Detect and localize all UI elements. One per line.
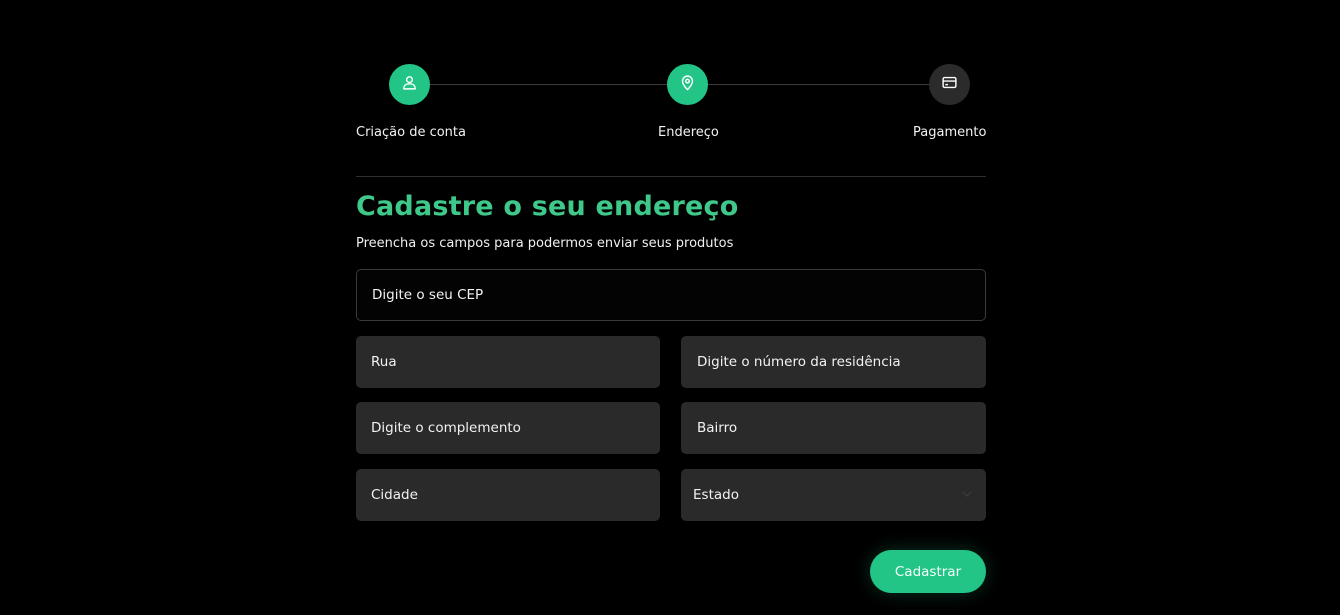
neighborhood-input[interactable]: Bairro — [681, 402, 986, 454]
state-selected-value: Estado — [693, 487, 739, 503]
city-placeholder: Cidade — [371, 487, 418, 503]
cep-input[interactable]: Digite o seu CEP — [356, 269, 986, 321]
step-label-address: Endereço — [658, 125, 719, 140]
submit-button[interactable]: Cadastrar — [870, 550, 986, 593]
page-title: Cadastre o seu endereço — [356, 191, 739, 222]
house-number-input[interactable]: Digite o número da residência — [681, 336, 986, 388]
step-circle — [928, 64, 970, 105]
city-input[interactable]: Cidade — [356, 469, 660, 521]
complement-placeholder: Digite o complemento — [371, 420, 521, 436]
step-payment — [879, 64, 1019, 105]
step-label-account: Criação de conta — [356, 125, 466, 140]
complement-input[interactable]: Digite o complemento — [356, 402, 660, 454]
credit-card-icon — [941, 74, 958, 95]
state-select[interactable]: Estado — [681, 469, 986, 521]
step-circle — [666, 64, 708, 105]
street-input[interactable]: Rua — [356, 336, 660, 388]
address-form-page: Criação de conta Endereço Pagamento Cada… — [356, 0, 986, 615]
neighborhood-placeholder: Bairro — [697, 420, 738, 436]
step-account-creation — [339, 64, 479, 105]
page-subtitle: Preencha os campos para podermos enviar … — [356, 236, 734, 251]
progress-stepper: Criação de conta Endereço Pagamento — [356, 64, 986, 144]
house-number-placeholder: Digite o número da residência — [697, 354, 901, 370]
street-placeholder: Rua — [371, 354, 397, 370]
user-icon — [401, 74, 418, 95]
section-divider — [356, 176, 986, 177]
cep-placeholder: Digite o seu CEP — [372, 287, 484, 303]
step-address — [617, 64, 757, 105]
chevron-down-icon — [962, 487, 972, 503]
step-circle — [388, 64, 430, 105]
location-pin-icon — [679, 74, 696, 95]
step-label-payment: Pagamento — [913, 125, 987, 140]
